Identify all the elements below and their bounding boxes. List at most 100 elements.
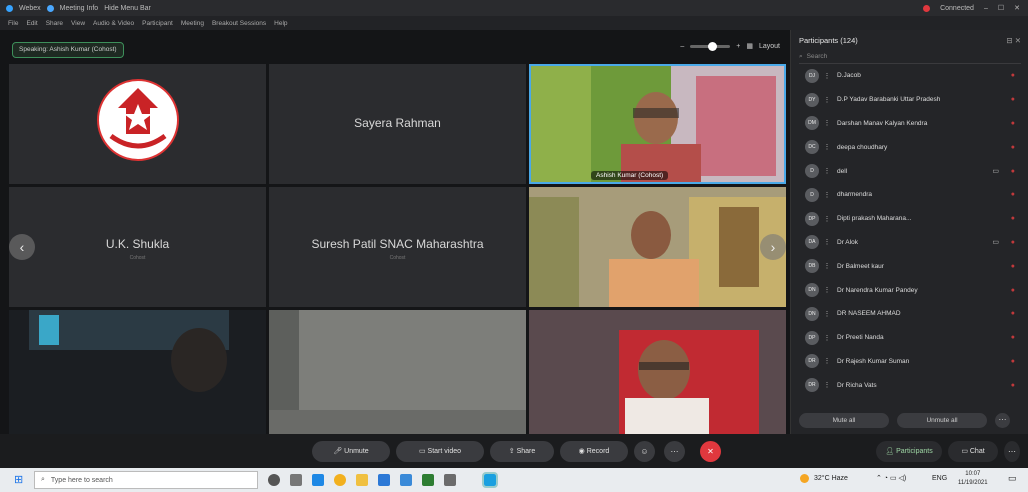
muted-icon[interactable]: ● [1011, 382, 1015, 389]
chrome-icon[interactable] [334, 474, 346, 486]
participant-row[interactable]: D ⋮ dell ▭ ● [791, 159, 1028, 183]
menu-help[interactable]: Help [274, 20, 287, 27]
task-view-icon[interactable] [290, 474, 302, 486]
share-button[interactable]: ⇪ Share [490, 441, 554, 462]
participant-row[interactable]: DY ⋮ D.P Yadav Barabanki Uttar Pradesh ● [791, 88, 1028, 112]
next-page-icon[interactable]: › [760, 234, 786, 260]
muted-icon[interactable]: ● [1011, 191, 1015, 198]
start-video-button[interactable]: ▭ Start video [396, 441, 484, 462]
participant-row[interactable]: DB ⋮ Dr Balmeet kaur ● [791, 254, 1028, 278]
muted-icon[interactable]: ● [1011, 144, 1015, 151]
video-tile-7[interactable] [9, 310, 266, 434]
zoom-slider[interactable] [690, 41, 731, 51]
notification-icon[interactable]: ▭ [1008, 473, 1017, 484]
weather-text[interactable]: 32°C Haze [814, 475, 848, 482]
meeting-info-button[interactable]: Meeting Info [60, 5, 99, 12]
mute-all-button[interactable]: Mute all [799, 413, 889, 428]
reactions-icon[interactable]: ☺ [634, 441, 655, 462]
muted-icon[interactable]: ● [1011, 120, 1015, 127]
participant-row[interactable]: DC ⋮ deepa choudhary ● [791, 135, 1028, 159]
clock-date[interactable]: 11/19/2021 [958, 479, 988, 488]
more-icon[interactable]: ⋯ [664, 441, 685, 462]
participant-row[interactable]: D ⋮ dharmendra ● [791, 183, 1028, 207]
menu-bar: File Edit Share View Audio & Video Parti… [0, 16, 1028, 30]
participant-row[interactable]: DP ⋮ Dipti prakash Maharana... ● [791, 207, 1028, 231]
muted-icon[interactable]: ● [1011, 96, 1015, 103]
share-icon: ⇪ [508, 448, 517, 455]
video-tile-shukla[interactable]: U.K. Shukla Cohost ‹ [9, 187, 266, 307]
menu-breakout[interactable]: Breakout Sessions [212, 20, 266, 27]
muted-icon[interactable]: ● [1011, 239, 1015, 246]
participant-row[interactable]: DN ⋮ DR NASEEM AHMAD ● [791, 302, 1028, 326]
windows-start-icon[interactable]: ⊞ [14, 473, 23, 486]
unmute-all-button[interactable]: Unmute all [897, 413, 987, 428]
clock-time[interactable]: 10:07 [958, 470, 988, 479]
video-tile-sayera[interactable]: Sayera Rahman [269, 64, 526, 184]
connection-status[interactable]: Connected [940, 5, 974, 12]
panel-options-icon[interactable]: ⊟ ✕ [1006, 36, 1021, 45]
mail-icon[interactable] [444, 474, 456, 486]
video-tile-suresh[interactable]: Suresh Patil SNAC Maharashtra Cohost [269, 187, 526, 307]
edge-icon[interactable] [312, 474, 324, 486]
video-tile-ashish[interactable]: Ashish Kumar (Cohost) [529, 64, 786, 184]
chat-toggle-button[interactable]: ▭ Chat [948, 441, 998, 462]
prev-page-icon[interactable]: ‹ [9, 234, 35, 260]
cortana-icon[interactable] [268, 474, 280, 486]
muted-icon[interactable]: ● [1011, 358, 1015, 365]
menu-view[interactable]: View [71, 20, 85, 27]
video-tile-9[interactable] [529, 310, 786, 434]
muted-icon[interactable]: ● [1011, 334, 1015, 341]
muted-icon[interactable]: ● [1011, 263, 1015, 270]
maximize-icon[interactable]: ☐ [998, 4, 1004, 12]
participants-toggle-button[interactable]: 👤︎ Participants [876, 441, 942, 462]
taskbar-search[interactable]: ⌕ Type here to search [34, 471, 258, 489]
menu-share[interactable]: Share [46, 20, 63, 27]
record-button[interactable]: ◉ Record [560, 441, 628, 462]
unmute-button[interactable]: 🎤︎ Unmute [312, 441, 390, 462]
muted-icon[interactable]: ● [1011, 215, 1015, 222]
leave-meeting-icon[interactable]: ✕ [700, 441, 721, 462]
participant-row[interactable]: DP ⋮ Dr Preeti Nanda ● [791, 326, 1028, 350]
muted-icon[interactable]: ● [1011, 72, 1015, 79]
system-tray-icons[interactable]: ⌃ ◔ ▭ ◁) [876, 474, 906, 482]
panel-more-icon[interactable]: ⋯ [1004, 441, 1020, 462]
language-indicator[interactable]: ENG [932, 475, 947, 482]
zoom-out-icon[interactable]: – [680, 43, 684, 50]
store-icon[interactable] [400, 474, 412, 486]
participant-search-input[interactable]: Search [807, 53, 828, 60]
close-icon[interactable]: ✕ [1014, 4, 1020, 12]
participant-row[interactable]: DM ⋮ Darshan Manav Kalyan Kendra ● [791, 112, 1028, 136]
zoom-in-icon[interactable]: + [736, 43, 740, 50]
muted-icon[interactable]: ● [1011, 168, 1015, 175]
chat-label: Chat [969, 448, 985, 455]
menu-participant[interactable]: Participant [142, 20, 173, 27]
taskbar-search-input[interactable]: Type here to search [51, 477, 113, 484]
participant-row[interactable]: DR ⋮ Dr Rajesh Kumar Suman ● [791, 350, 1028, 374]
participant-row[interactable]: DA ⋮ Dr Alok ▭ ● [791, 231, 1028, 255]
app-title[interactable]: Webex [19, 5, 41, 12]
minimize-icon[interactable]: – [984, 5, 988, 12]
more-options-icon[interactable]: ⋯ [995, 413, 1010, 428]
participant-row[interactable]: DJ ⋮ D.Jacob ● [791, 64, 1028, 88]
excel-icon[interactable] [422, 474, 434, 486]
layout-button[interactable]: Layout [759, 43, 780, 50]
muted-icon[interactable]: ● [1011, 310, 1015, 317]
participant-row[interactable]: DR ⋮ Dr Richa Vats ● [791, 373, 1028, 397]
participant-role: Cohost [129, 255, 146, 261]
participant-row[interactable]: DN ⋮ Dr Narendra Kumar Pandey ● [791, 278, 1028, 302]
mic-icon: ⋮ [823, 191, 831, 199]
chat-icon: ▭ [961, 448, 970, 455]
menu-audio-video[interactable]: Audio & Video [93, 20, 134, 27]
hide-menu-bar-button[interactable]: Hide Menu Bar [104, 5, 151, 12]
menu-edit[interactable]: Edit [26, 20, 37, 27]
file-explorer-icon[interactable] [356, 474, 368, 486]
menu-meeting[interactable]: Meeting [181, 20, 204, 27]
video-tile-logo[interactable] [9, 64, 266, 184]
webex-taskbar-icon[interactable] [482, 472, 498, 488]
muted-icon[interactable]: ● [1011, 287, 1015, 294]
video-tile-8[interactable] [269, 310, 526, 434]
word-icon[interactable] [378, 474, 390, 486]
participant-name: Dr Balmeet kaur [837, 262, 884, 270]
video-tile-6[interactable]: › [529, 187, 786, 307]
menu-file[interactable]: File [8, 20, 18, 27]
